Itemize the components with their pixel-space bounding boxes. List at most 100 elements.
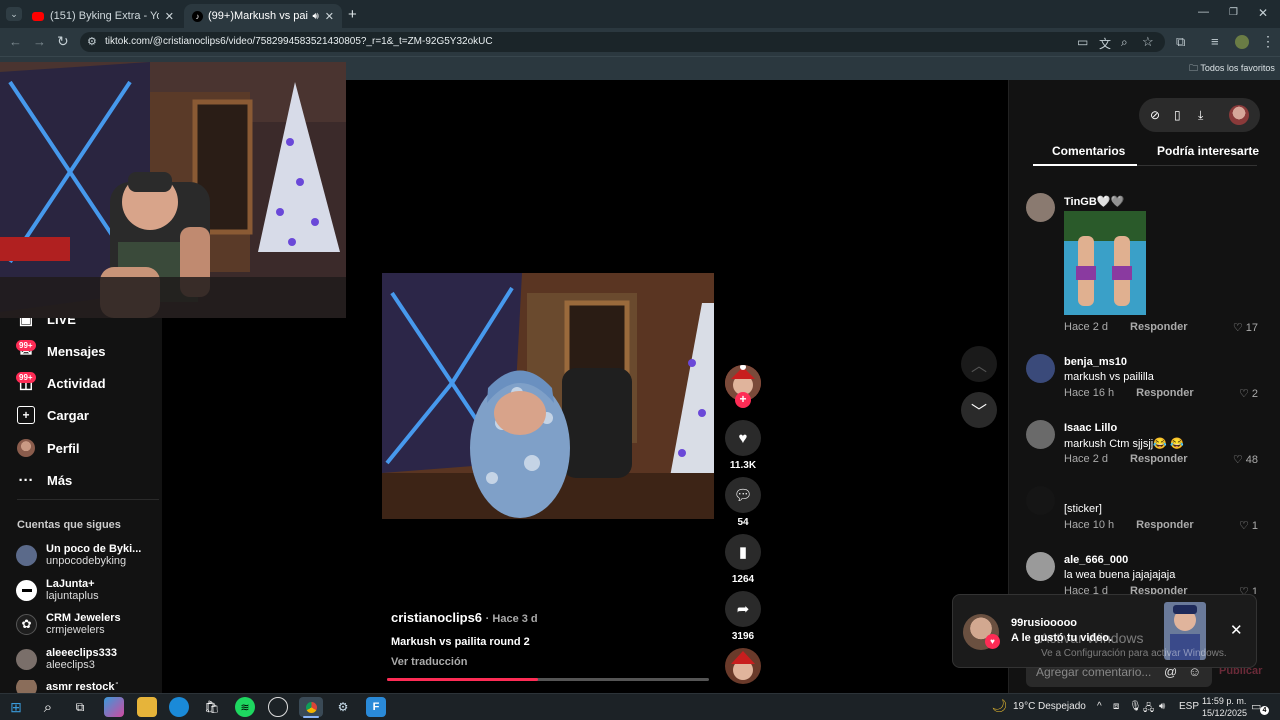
url-text[interactable]: tiktok.com/@cristianoclips6/video/758299… (105, 36, 493, 47)
forward-icon[interactable]: → (33, 34, 46, 49)
app-icon[interactable]: F (366, 697, 386, 717)
nav-profile[interactable]: Perfil (17, 436, 80, 460)
close-window-icon[interactable]: ✕ (1258, 6, 1268, 20)
progress-track[interactable] (387, 678, 709, 681)
following-item[interactable]: asmr restock ᷄ (16, 680, 118, 694)
translate-icon[interactable]: 文 (1099, 35, 1111, 52)
nav-label: Más (47, 472, 73, 488)
network-icon[interactable]: 🖧︎ (1143, 701, 1154, 718)
back-icon[interactable]: ← (9, 34, 22, 49)
comment-image[interactable] (1064, 211, 1146, 315)
device-icon[interactable]: ▯ (1174, 108, 1181, 122)
tray-app-icon[interactable]: ⧈ (1113, 701, 1119, 712)
obs-icon[interactable] (268, 697, 288, 717)
avatar[interactable] (1026, 420, 1055, 449)
nav-upload[interactable]: + Cargar (17, 403, 89, 427)
steam-icon[interactable]: ⚙ (333, 697, 353, 717)
compass-icon[interactable]: ⊘ (1150, 108, 1160, 122)
comment-user[interactable]: Isaac Lillo (1064, 422, 1117, 434)
comment-like[interactable]: ♡ 1 (1222, 519, 1258, 532)
previous-video-button[interactable]: ︿ (961, 346, 997, 382)
reply-button[interactable]: Responder (1130, 585, 1187, 594)
video-player[interactable] (382, 273, 714, 519)
comment-user[interactable]: TinGB🤍🩶 (1064, 195, 1124, 208)
comment-user[interactable]: benja_ms10 (1064, 356, 1127, 368)
browser-tab-youtube[interactable]: (151) Byking Extra - YouTube ✕ (24, 4, 182, 28)
reply-button[interactable]: Responder (1136, 519, 1193, 531)
bookmark-star-icon[interactable]: ☆ (1142, 34, 1154, 50)
tray-chevron-icon[interactable]: ^ (1097, 701, 1102, 712)
file-explorer-icon[interactable] (137, 697, 157, 717)
following-item[interactable]: ✿ CRM Jewelers crmjewelers (16, 610, 121, 638)
close-notification-icon[interactable]: ✕ (1230, 621, 1243, 639)
speaker-icon[interactable]: 🔊︎ (312, 11, 318, 22)
close-tab-icon[interactable]: ✕ (325, 10, 334, 23)
restore-icon[interactable]: ❐ (1229, 7, 1238, 18)
share-button[interactable]: ➦ (725, 591, 761, 627)
close-tab-icon[interactable]: ✕ (165, 10, 174, 23)
minimize-icon[interactable]: — (1198, 6, 1209, 18)
edge-icon[interactable] (169, 697, 189, 717)
tab-search-icon[interactable]: ⌄ (6, 7, 22, 21)
store-icon[interactable]: 🛍︎ (202, 697, 222, 717)
profile-avatar-icon[interactable] (1235, 35, 1249, 49)
reply-button[interactable]: Responder (1130, 321, 1187, 333)
next-video-button[interactable]: ﹀ (961, 392, 997, 428)
clock-date[interactable]: 15/12/2025 (1202, 708, 1247, 718)
author-name[interactable]: cristianoclips6 (391, 610, 482, 625)
nav-more[interactable]: ··· Más (17, 468, 73, 492)
heart-outline-icon: ♡ (1232, 454, 1243, 466)
media-control-icon[interactable]: ≡ (1211, 34, 1219, 49)
music-disc[interactable] (725, 648, 761, 684)
translate-link[interactable]: Ver traducción (391, 656, 467, 668)
tab-comments[interactable]: Comentarios (1052, 144, 1125, 158)
microphone-icon[interactable]: 🎙︎ (1129, 701, 1142, 712)
site-info-icon[interactable]: ⚙ (87, 35, 97, 48)
video-author[interactable]: cristianoclips6 · Hace 3 d (391, 610, 538, 625)
chrome-taskbar-icon[interactable] (299, 697, 323, 717)
comment-button[interactable]: 💬︎ (725, 477, 761, 513)
task-view-icon[interactable]: ⧉ (70, 697, 90, 717)
menu-icon[interactable]: ⋮ (1261, 33, 1275, 50)
extensions-icon[interactable]: ⧉ (1176, 34, 1185, 50)
language-indicator[interactable]: ESP (1179, 701, 1199, 712)
zoom-icon[interactable]: ⌕ (1121, 35, 1128, 50)
chevron-up-icon: ︿ (970, 358, 987, 375)
download-icon[interactable]: ⤓ (1198, 108, 1203, 123)
following-item[interactable]: aleeeclips333 aleeclips3 (16, 645, 117, 673)
user-avatar-icon[interactable] (1229, 105, 1249, 125)
new-tab-icon[interactable]: + (348, 6, 357, 23)
comment-like[interactable]: ♡ 2 (1222, 387, 1258, 400)
weather-temp[interactable]: 19°C (1013, 701, 1035, 712)
browser-tab-tiktok[interactable]: ♪ (99+)Markush vs pailita rou 🔊︎ ✕ (184, 4, 342, 28)
spotify-icon[interactable]: ≋ (235, 697, 255, 717)
follow-plus-icon[interactable]: + (735, 392, 751, 408)
tab-suggested[interactable]: Podría interesarte (1157, 144, 1259, 158)
notification-user[interactable]: 99rusiooooo (1011, 617, 1077, 629)
volume-icon[interactable]: 🔊︎ (1159, 701, 1165, 712)
comment-user[interactable]: ale_666_000 (1064, 554, 1128, 566)
like-button[interactable]: ♥ (725, 420, 761, 456)
bookmarks-folder[interactable]: 🗀︎ Todos los favoritos (1189, 61, 1275, 77)
following-item[interactable]: LaJunta+ lajuntaplus (16, 576, 99, 604)
windows-start-icon[interactable]: ⊞ (6, 697, 26, 717)
avatar[interactable] (1026, 552, 1055, 581)
reply-button[interactable]: Responder (1136, 387, 1193, 399)
taskbar-search-icon[interactable]: ⌕ (38, 697, 58, 717)
cast-icon[interactable]: ▭ (1077, 35, 1088, 49)
avatar[interactable] (1026, 486, 1055, 515)
weather-moon-icon[interactable]: 🌙︎ (991, 698, 1008, 714)
weather-desc[interactable]: Despejado (1038, 701, 1086, 712)
avatar[interactable] (1026, 354, 1055, 383)
following-item[interactable]: Un poco de Byki... unpocodebyking (16, 541, 141, 569)
reload-icon[interactable]: ↻ (57, 33, 69, 50)
copilot-icon[interactable] (104, 697, 124, 717)
comment-like[interactable]: ♡ 1 (1222, 585, 1258, 594)
clock-time[interactable]: 11:59 p. m. (1202, 696, 1246, 706)
avatar[interactable] (1026, 193, 1055, 222)
reply-button[interactable]: Responder (1130, 453, 1187, 465)
share-icon: ➦ (736, 601, 750, 618)
comment-like[interactable]: ♡ 17 (1222, 321, 1258, 334)
save-button[interactable]: ▮ (725, 534, 761, 570)
comment-like[interactable]: ♡ 48 (1222, 453, 1258, 466)
